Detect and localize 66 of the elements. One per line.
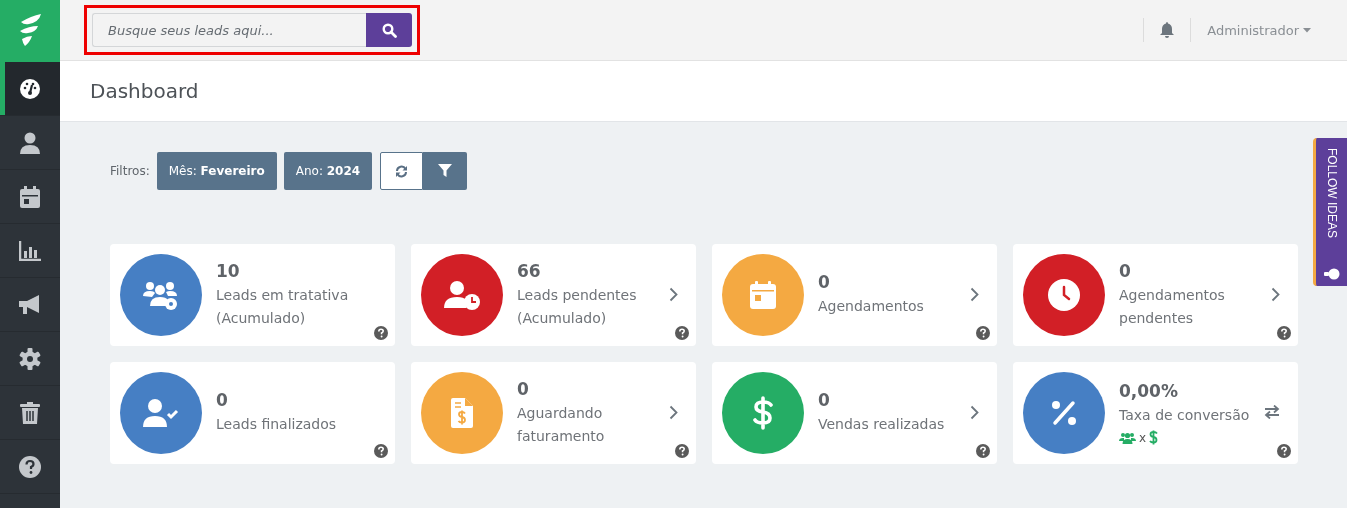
search-field[interactable]: Busque seus leads aqui... [92,13,366,47]
stat-value: 10 [216,260,241,281]
megaphone-icon [19,293,41,316]
settings-icon [19,347,41,370]
help-icon[interactable] [374,326,388,340]
stat-label: Vendas realizadas [818,415,946,434]
users-gear-icon [142,280,180,310]
search-button[interactable] [366,13,412,47]
stat-label: Aguardando faturamento [517,403,606,446]
page-title: Dashboard [90,79,199,103]
sidebar-item[interactable] [0,62,60,116]
stat-label: Taxa de conversão [1119,406,1251,425]
stat-label: Leads finalizados [216,415,338,434]
bar-chart-icon [19,240,41,261]
stat-value: 0,00% [1119,381,1179,401]
calendar-icon [750,281,776,309]
stat-value: 0 [216,390,229,410]
caret-icon [1303,27,1311,33]
user-menu[interactable]: Administrador [1207,22,1311,38]
stat-value: 0 [818,390,831,410]
sub-text: x [1139,430,1147,445]
help-icon [19,455,41,478]
help-icon[interactable] [1277,444,1291,458]
help-icon[interactable] [976,444,990,458]
refresh-button[interactable] [380,152,424,190]
stat-value: 0 [1119,260,1132,281]
chevron-right-icon[interactable] [970,405,979,420]
refresh-icon [395,164,409,178]
gauge-icon [19,77,41,100]
chevron-right-icon[interactable] [970,287,979,302]
stat-label: Leads em tratativa (Acumulado) [216,285,350,328]
user-clock-icon [444,280,480,310]
stat-label: Agendamentos pendentes [1119,285,1226,328]
calendar-icon [20,185,40,208]
percent-icon [1051,400,1077,426]
chevron-right-icon[interactable] [1271,287,1280,302]
trash-icon [20,401,40,424]
dollar-icon [1149,430,1159,445]
chevron-right-icon[interactable] [669,405,678,420]
help-icon[interactable] [374,444,388,458]
stat-label: Agendamentos [818,297,925,316]
search-icon [381,22,397,38]
swap-icon[interactable] [1264,405,1280,419]
help-icon[interactable] [976,326,990,340]
stat-value: 0 [517,378,530,399]
help-icon[interactable] [675,326,689,340]
help-icon[interactable] [1277,326,1291,340]
dollar-icon [752,396,774,430]
chevron-right-icon[interactable] [669,287,678,302]
stat-label: Leads pendentes (Acumulado) [517,285,638,328]
filter-icon [438,164,453,178]
stat-value: 66 [517,260,542,281]
user-check-icon [143,398,179,428]
users-icon [1119,431,1136,444]
lightbulb-icon [1323,268,1340,280]
stat-value: 0 [818,272,831,292]
clock-icon [1048,279,1080,311]
filter-chip[interactable]: Ano: 2024 [283,152,373,190]
filters-label: Filtros: [110,164,150,178]
user-icon [20,131,40,154]
filter-button[interactable] [423,152,468,190]
filter-chip[interactable]: Mês: Fevereiro [156,152,277,190]
help-icon[interactable] [675,444,689,458]
bell-icon[interactable] [1160,22,1175,38]
invoice-icon [451,398,473,428]
follow-ideas-tab[interactable]: FOLLOW IDEAS [1313,138,1347,286]
